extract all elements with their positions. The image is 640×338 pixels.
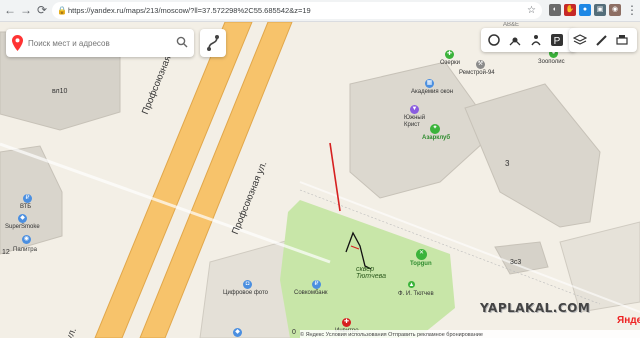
lock-icon: 🔒 [57, 6, 67, 15]
poi-label-ozerki[interactable]: Озерки [440, 60, 460, 66]
shop-icon[interactable]: ◆ [233, 328, 242, 337]
parking-icon[interactable]: P [550, 33, 564, 47]
watermark: YAPLAKAL.COM [480, 301, 591, 315]
yandex-pin-icon [12, 35, 23, 51]
map-toolbar: P [481, 28, 576, 52]
brand-text: Янде [617, 315, 640, 326]
food-icon[interactable]: ✕ [416, 249, 427, 260]
route-icon [207, 35, 219, 51]
print-icon[interactable] [615, 33, 629, 47]
reload-icon[interactable]: ⟳ [34, 2, 50, 18]
poi-label-vtb[interactable]: ВТБ [20, 204, 31, 210]
ruler-icon[interactable] [594, 33, 608, 47]
layers-icon[interactable] [573, 33, 587, 47]
building-number: 0 [292, 329, 296, 336]
svg-text:P: P [554, 36, 561, 47]
search-input[interactable] [28, 29, 174, 57]
route-button[interactable] [200, 29, 226, 57]
building-number: 3 [505, 159, 510, 168]
map-canvas[interactable]: Профсоюзная ул. Профсоюзная ул. ул. вл10… [0, 22, 640, 338]
poi-label-palitra[interactable]: Палитра [13, 247, 37, 253]
search-box [6, 29, 194, 57]
poi-label-sovkombank[interactable]: Совкомбанк [294, 290, 328, 296]
poi-label-torguen[interactable]: Торgun [410, 261, 432, 267]
poi-label-zoopolis[interactable]: Зоополис [538, 59, 565, 65]
bookmark-star-icon[interactable]: ☆ [527, 2, 536, 19]
poi-label-akademiya[interactable]: Академия окон [411, 89, 453, 95]
brand-logo: Янде [617, 315, 640, 326]
gamepad-icon[interactable]: ✦ [430, 124, 440, 134]
tshirt-icon[interactable]: ▼ [410, 105, 419, 114]
poi-label-tsifrovoe[interactable]: Цифровое фото [223, 290, 268, 296]
search-icon[interactable] [176, 36, 188, 48]
panorama-icon[interactable] [529, 33, 543, 47]
browser-toolbar: ← → ⟳ 🔒 https://yandex.ru/maps/213/mosco… [0, 0, 640, 22]
map-toolbar-right [569, 28, 637, 52]
forward-icon[interactable]: → [18, 2, 34, 18]
ozerki-icon[interactable]: ✚ [445, 50, 454, 59]
poi-label-tyutchev[interactable]: Ф. И. Тютчев [398, 291, 434, 297]
wrench-icon[interactable]: ⚒ [476, 60, 485, 69]
monument-icon[interactable]: ▲ [408, 281, 415, 288]
extension-icon[interactable]: ◐ [549, 4, 561, 16]
back-icon[interactable]: ← [2, 2, 18, 18]
traffic-icon[interactable] [487, 33, 501, 47]
palette-icon[interactable]: ◉ [22, 235, 31, 244]
url-text: https://yandex.ru/maps/213/moscow/?ll=37… [68, 6, 311, 15]
park-label[interactable]: сквер Тютчева [356, 266, 386, 280]
map-footer: © Яндекс Условия использования Отправить… [300, 330, 640, 338]
extension-blue-icon[interactable]: ● [579, 4, 591, 16]
building-number: 12 [2, 249, 10, 256]
poi-label-remstroy[interactable]: Ремстрой-94 [459, 70, 495, 76]
medical-icon[interactable]: ✚ [342, 318, 351, 327]
poi-label-azart[interactable]: Азарклуб [422, 135, 450, 141]
poi-label-supersmoke[interactable]: SuperSmoke [5, 224, 40, 230]
building-number: 3с3 [510, 259, 522, 266]
extension-grey-icon[interactable]: ▣ [594, 4, 606, 16]
bank-icon[interactable]: ₽ [312, 280, 321, 289]
shop-icon[interactable]: ◆ [18, 214, 27, 223]
bank-icon[interactable]: ₽ [23, 194, 32, 203]
address-bar[interactable]: 🔒 https://yandex.ru/maps/213/moscow/?ll=… [52, 2, 542, 19]
avatar[interactable]: ◉ [609, 4, 621, 16]
transit-icon[interactable] [508, 33, 522, 47]
camera-icon[interactable]: ◘ [243, 280, 252, 289]
building-number: вл10 [52, 88, 68, 95]
menu-icon[interactable]: ⋮ [624, 2, 640, 18]
window-icon[interactable]: ▦ [425, 79, 434, 88]
extension-abp-icon[interactable]: ✋ [564, 4, 576, 16]
